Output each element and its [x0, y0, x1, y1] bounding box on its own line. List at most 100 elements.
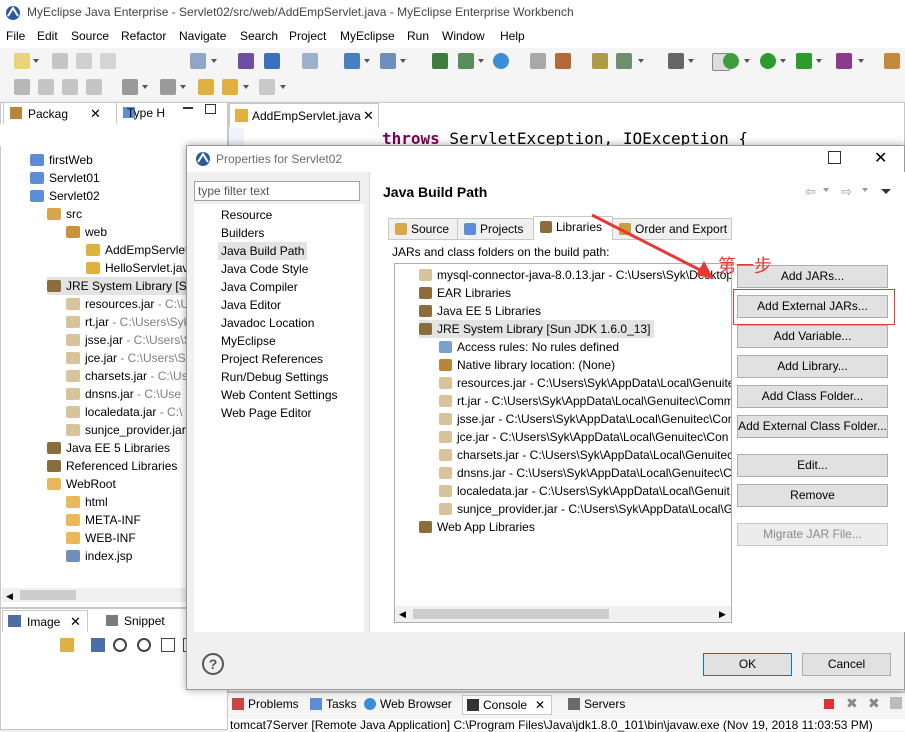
new-server-icon[interactable]: [432, 53, 448, 69]
tab-type-hierarchy[interactable]: Type H: [117, 102, 187, 124]
remove-button[interactable]: Remove: [737, 484, 888, 507]
horizontal-scrollbar[interactable]: ◀: [2, 588, 186, 602]
debug-icon[interactable]: [723, 53, 739, 69]
image-tool-icon[interactable]: [91, 638, 105, 652]
tab-tasks[interactable]: Tasks: [310, 697, 357, 711]
list-item[interactable]: dnsns.jar - C:\Users\Syk\AppData\Local\G…: [439, 464, 731, 482]
scroll-left-icon[interactable]: ◀: [399, 609, 406, 620]
back-icon[interactable]: [222, 79, 238, 95]
actual-size-icon[interactable]: [161, 638, 175, 652]
tree-item[interactable]: html: [66, 493, 108, 511]
list-item[interactable]: charsets.jar - C:\Users\Syk\AppData\Loca…: [439, 446, 731, 464]
forward-dropdown-icon[interactable]: [862, 188, 868, 192]
tree-item[interactable]: Java EE 5 Libraries: [47, 439, 170, 457]
tab-source[interactable]: Source: [388, 218, 458, 240]
nav-item-myeclipse[interactable]: MyEclipse: [218, 332, 279, 350]
tab-package-explorer[interactable]: Packag ✕: [3, 102, 117, 124]
list-item[interactable]: rt.jar - C:\Users\Syk\AppData\Local\Genu…: [439, 392, 731, 410]
menu-window[interactable]: Window: [442, 29, 485, 43]
tree-item[interactable]: src: [47, 205, 82, 223]
block-selection-icon[interactable]: [62, 79, 78, 95]
list-item[interactable]: jsse.jar - C:\Users\Syk\AppData\Local\Ge…: [439, 410, 731, 428]
help-icon[interactable]: ?: [202, 653, 224, 675]
globe-icon[interactable]: [493, 53, 509, 69]
close-icon[interactable]: ✕: [70, 614, 81, 630]
add-class-folder-button[interactable]: Add Class Folder...: [737, 385, 888, 408]
list-item[interactable]: Java EE 5 Libraries: [419, 302, 541, 320]
tab-image[interactable]: Image ✕: [2, 610, 88, 632]
deploy-icon[interactable]: [344, 53, 360, 69]
menu-project[interactable]: Project: [289, 29, 326, 43]
tree-item[interactable]: AddEmpServlet: [86, 241, 188, 259]
nav-item-resource[interactable]: Resource: [218, 206, 275, 224]
open-type-icon[interactable]: [190, 53, 206, 69]
print-icon[interactable]: [100, 53, 116, 69]
launch-icon[interactable]: [380, 53, 396, 69]
scroll-right-icon[interactable]: ▶: [719, 609, 726, 620]
maximize-icon[interactable]: [828, 151, 841, 164]
jar-icon[interactable]: [238, 53, 254, 69]
nav-item-java-build-path[interactable]: Java Build Path: [218, 242, 308, 260]
menu-help[interactable]: Help: [500, 29, 525, 43]
nav-item-java-code-style[interactable]: Java Code Style: [218, 260, 311, 278]
tree-item[interactable]: dnsns.jar - C:\Use: [66, 385, 181, 403]
list-item[interactable]: localedata.jar - C:\Users\Syk\AppData\Lo…: [439, 482, 730, 500]
menu-navigate[interactable]: Navigate: [179, 29, 226, 43]
scroll-left-icon[interactable]: ◀: [6, 591, 13, 602]
nav-item-java-editor[interactable]: Java Editor: [218, 296, 284, 314]
editor-tab[interactable]: AddEmpServlet.java ✕: [229, 103, 379, 127]
tab-snippet[interactable]: Snippet: [100, 610, 180, 632]
tree-item[interactable]: WEB-INF: [66, 529, 136, 547]
tree-item[interactable]: jce.jar - C:\Users\Sy: [66, 349, 192, 367]
save-all-icon[interactable]: [76, 53, 92, 69]
close-icon[interactable]: ✕: [90, 106, 101, 122]
menu-edit[interactable]: Edit: [37, 29, 58, 43]
scroll-thumb[interactable]: [20, 590, 76, 600]
list-item[interactable]: EAR Libraries: [419, 284, 511, 302]
menu-source[interactable]: Source: [71, 29, 109, 43]
tree-item[interactable]: charsets.jar - C:\Us: [66, 367, 188, 385]
run-server-icon[interactable]: [458, 53, 474, 69]
back-icon[interactable]: ⇦: [805, 184, 816, 200]
menu-myeclipse[interactable]: MyEclipse: [340, 29, 395, 43]
new-wizard-icon[interactable]: [14, 53, 30, 69]
tab-console[interactable]: Console ✕: [462, 695, 552, 715]
last-edit-icon[interactable]: [198, 79, 214, 95]
forward-icon[interactable]: [259, 79, 275, 95]
new-java-class-icon[interactable]: [836, 53, 852, 69]
nav-item-web-page-editor[interactable]: Web Page Editor: [218, 404, 315, 422]
prev-annotation-icon[interactable]: [160, 79, 176, 95]
mark-occurrences-icon[interactable]: [38, 79, 54, 95]
zoom-out-icon[interactable]: [113, 638, 127, 652]
camera-icon[interactable]: [668, 53, 684, 69]
load-image-icon[interactable]: [60, 638, 74, 652]
remove-launch-icon[interactable]: ✖: [846, 695, 858, 712]
remove-all-icon[interactable]: ✖: [868, 695, 880, 712]
refresh-icon[interactable]: [555, 53, 571, 69]
tree-item[interactable]: localedata.jar - C:\: [66, 403, 182, 421]
open-perspective-icon[interactable]: [884, 53, 900, 69]
tab-problems[interactable]: Problems: [232, 697, 299, 711]
list-item[interactable]: Access rules: No rules defined: [439, 338, 619, 356]
forward-icon[interactable]: ⇨: [841, 184, 852, 200]
tree-item[interactable]: firstWeb: [30, 151, 93, 169]
terminate-icon[interactable]: [824, 699, 834, 709]
menu-search[interactable]: Search: [240, 29, 278, 43]
list-item[interactable]: sunjce_provider.jar - C:\Users\Syk\AppDa…: [439, 500, 731, 518]
scroll-thumb[interactable]: [413, 609, 609, 619]
nav-item-project-references[interactable]: Project References: [218, 350, 326, 368]
list-item[interactable]: JRE System Library [Sun JDK 1.6.0_13]: [419, 320, 655, 338]
list-item[interactable]: jce.jar - C:\Users\Syk\AppData\Local\Gen…: [439, 428, 728, 446]
tree-item[interactable]: rt.jar - C:\Users\Syk: [66, 313, 190, 331]
tree-item[interactable]: HelloServlet.jav: [86, 259, 188, 277]
package-icon[interactable]: [264, 53, 280, 69]
menu-refactor[interactable]: Refactor: [121, 29, 166, 43]
tree-item[interactable]: resources.jar - C:\Us: [66, 295, 195, 313]
tree-item[interactable]: sunjce_provider.jar: [66, 421, 186, 439]
tab-web-browser[interactable]: Web Browser: [364, 697, 452, 711]
nav-item-java-compiler[interactable]: Java Compiler: [218, 278, 301, 296]
close-icon[interactable]: ✕: [535, 698, 545, 712]
tree-item[interactable]: Servlet02: [30, 187, 100, 205]
tab-projects[interactable]: Projects: [457, 218, 534, 240]
ok-button[interactable]: OK: [703, 653, 792, 676]
